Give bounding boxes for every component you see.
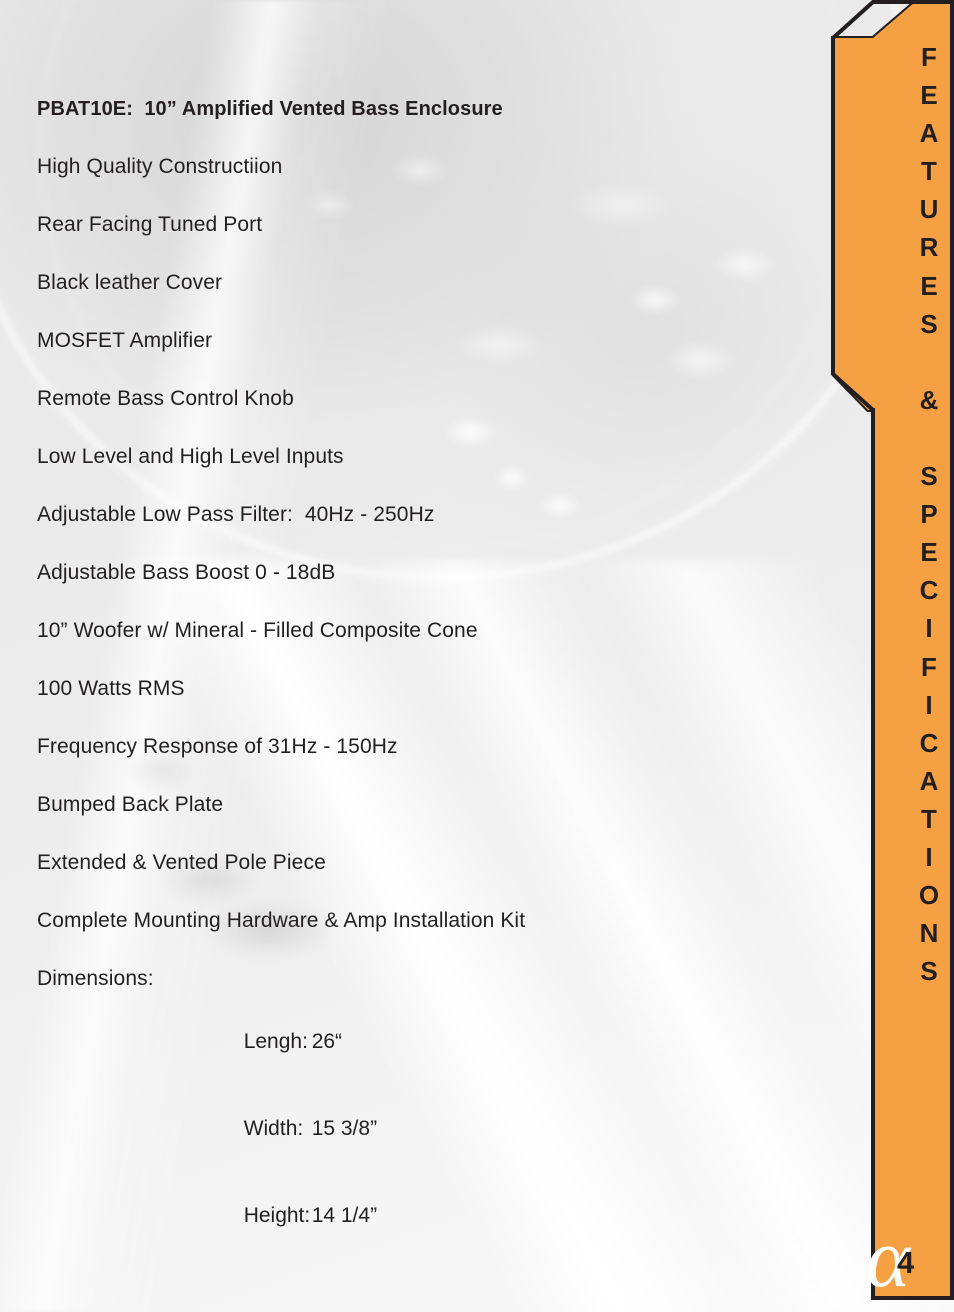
section-tab-letter: F: [921, 651, 937, 682]
feature-item: 10” Woofer w/ Mineral - Filled Composite…: [37, 619, 478, 642]
section-tab-letter: O: [918, 880, 940, 911]
section-tab-letter: [904, 419, 954, 457]
page-title: PBAT10E: 10” Amplified Vented Bass Enclo…: [37, 98, 503, 120]
section-tab-letter: E: [920, 80, 938, 111]
spec-content: PBAT10E: 10” Amplified Vented Bass Enclo…: [37, 96, 737, 1259]
section-tab-letter: I: [925, 613, 933, 644]
page-number: 4: [897, 1245, 915, 1280]
section-tab-letter: E: [920, 537, 938, 568]
feature-item: Remote Bass Control Knob: [37, 387, 294, 410]
dimension-value: 14 1/4”: [311, 1204, 378, 1227]
section-tab-letter: [904, 343, 954, 381]
dimension-label: Lengh:: [243, 1030, 308, 1053]
section-tab-letter: T: [921, 156, 937, 187]
dimension-value: 26“: [311, 1030, 343, 1053]
section-tab-letter: I: [925, 689, 933, 720]
feature-item: Extended & Vented Pole Piece: [37, 851, 326, 874]
section-tab-letter: S: [920, 308, 938, 339]
dimension-row: Height:14 1/4”: [197, 1172, 737, 1259]
section-tab-letter: S: [920, 461, 938, 492]
section-tab-letter: U: [919, 194, 939, 225]
section-tab-label: FEATURES & SPECIFICATIONS: [828, 38, 954, 990]
dimension-row: Width: 15 3/8”: [197, 1085, 737, 1172]
feature-item: Rear Facing Tuned Port: [37, 213, 263, 236]
footer-logo-area: α 4: [828, 1215, 954, 1301]
section-tab-letter: S: [920, 956, 938, 987]
feature-item: Complete Mounting Hardware & Amp Install…: [37, 909, 526, 932]
section-tab-letter: A: [919, 118, 939, 149]
dimension-row: Lengh: 26“: [197, 998, 737, 1085]
dimension-label: Width:: [243, 1117, 304, 1140]
section-tab-letter: E: [920, 270, 938, 301]
product-spec-page: PBAT10E: 10” Amplified Vented Bass Enclo…: [0, 0, 954, 1312]
section-tab-letter: N: [919, 918, 939, 949]
section-tab-letter: C: [919, 727, 939, 758]
feature-item: Adjustable Bass Boost 0 - 18dB: [37, 561, 336, 584]
section-tab-letter: P: [920, 499, 938, 530]
section-tab-letter: A: [919, 765, 939, 796]
section-tab-letter: R: [919, 232, 939, 263]
dimensions-list: Lengh: 26“ Width: 15 3/8” Height:14 1/4”: [197, 998, 737, 1259]
feature-item: Low Level and High Level Inputs: [37, 445, 344, 468]
feature-item: Frequency Response of 31Hz - 150Hz: [37, 735, 398, 758]
feature-item: MOSFET Amplifier: [37, 329, 213, 352]
section-tab-letter: T: [921, 803, 937, 834]
feature-item: Bumped Back Plate: [37, 793, 224, 816]
dimension-label: Height:: [243, 1204, 311, 1227]
feature-item: High Quality Constructiion: [37, 155, 283, 178]
dimension-value: 15 3/8”: [311, 1117, 378, 1140]
feature-item: 100 Watts RMS: [37, 677, 185, 700]
section-tab-letter: C: [919, 575, 939, 606]
section-tab-letter: F: [921, 42, 937, 72]
feature-item: Adjustable Low Pass Filter: 40Hz - 250Hz: [37, 503, 435, 526]
feature-item: Black leather Cover: [37, 271, 223, 294]
dimensions-label: Dimensions:: [37, 967, 154, 990]
section-tab-letter: &: [919, 384, 939, 415]
section-tab: FEATURES & SPECIFICATIONS α 4: [828, 0, 954, 1301]
section-tab-letter: I: [925, 841, 933, 872]
